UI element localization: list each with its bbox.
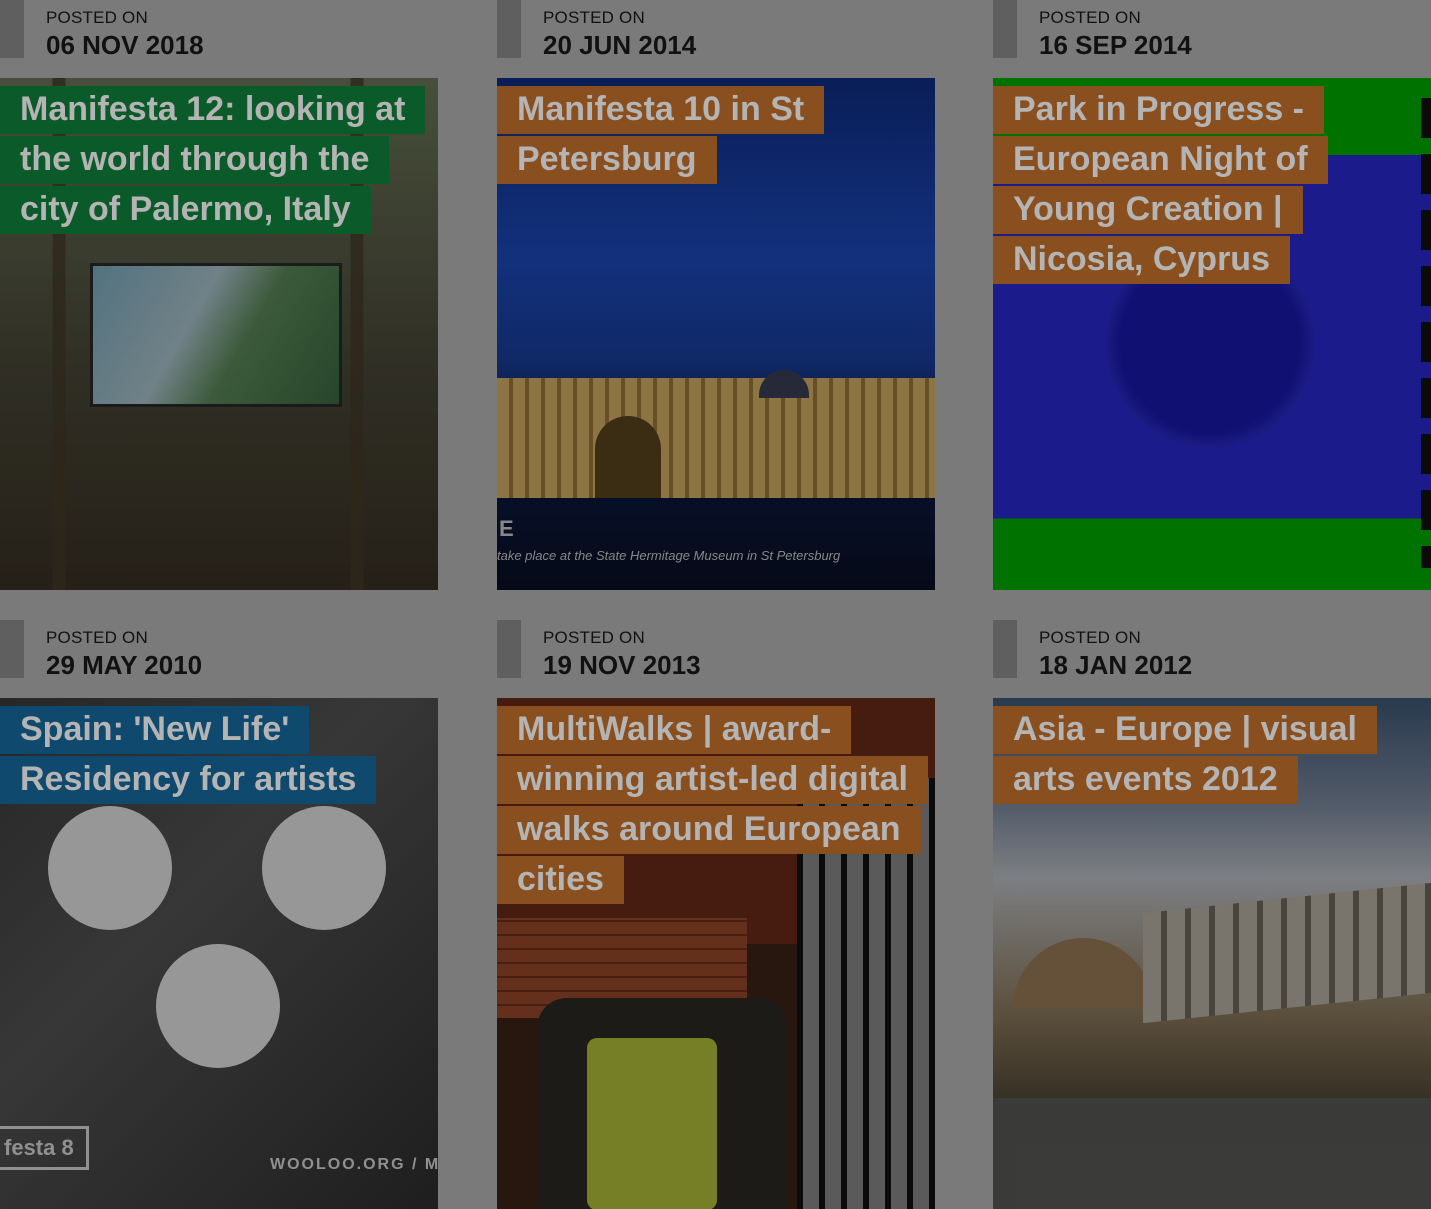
post-title: MultiWalks | award-winning artist-led di… xyxy=(497,706,928,904)
posted-date: 20 JUN 2014 xyxy=(543,30,697,60)
post-title: Spain: 'New Life' Residency for artists xyxy=(0,706,377,804)
posted-on-label: POSTED ON xyxy=(46,628,148,647)
date-accent-bar xyxy=(0,620,24,678)
date-accent-bar xyxy=(0,0,24,58)
posted-on-label: POSTED ON xyxy=(543,8,645,27)
posted-date: 19 NOV 2013 xyxy=(543,650,701,680)
post-card: POSTED ON 20 JUN 2014 E take place at th… xyxy=(497,0,935,590)
posted-on-label: POSTED ON xyxy=(46,8,148,27)
post-thumbnail-link[interactable]: festa 8 WOOLOO.ORG / M Spain: 'New Life'… xyxy=(0,698,438,1209)
posted-date: 06 NOV 2018 xyxy=(46,30,204,60)
date-accent-bar xyxy=(993,0,1017,58)
post-thumbnail-link[interactable]: Asia - Europe | visual arts events 2012 xyxy=(993,698,1431,1209)
post-thumbnail-link[interactable]: E take place at the State Hermitage Muse… xyxy=(497,78,935,590)
post-title-link[interactable]: MultiWalks | award-winning artist-led di… xyxy=(497,704,928,904)
post-date-block: POSTED ON 20 JUN 2014 xyxy=(497,0,935,78)
post-title-link[interactable]: Manifesta 12: looking at the world throu… xyxy=(0,84,426,234)
post-title: Park in Progress - European Night of You… xyxy=(993,86,1328,284)
post-title: Manifesta 10 in St Petersburg xyxy=(497,86,825,184)
post-thumbnail-link[interactable]: Manifesta 12: looking at the world throu… xyxy=(0,78,438,590)
post-title-link[interactable]: Spain: 'New Life' Residency for artists xyxy=(0,704,420,804)
posted-date: 29 MAY 2010 xyxy=(46,650,203,680)
post-title-link[interactable]: Park in Progress - European Night of You… xyxy=(993,84,1413,284)
date-accent-bar xyxy=(993,620,1017,678)
post-date-block: POSTED ON 19 NOV 2013 xyxy=(497,620,935,698)
post-date-block: POSTED ON 29 MAY 2010 xyxy=(0,620,438,698)
date-accent-bar xyxy=(497,620,521,678)
posted-on-label: POSTED ON xyxy=(1039,8,1141,27)
post-grid: POSTED ON 06 NOV 2018 Manifesta 12: look… xyxy=(0,0,1431,1209)
posted-date: 16 SEP 2014 xyxy=(1039,30,1192,60)
posted-on-label: POSTED ON xyxy=(1039,628,1141,647)
post-thumbnail-link[interactable]: Park in Progress - European Night of You… xyxy=(993,78,1431,590)
post-card: POSTED ON 19 NOV 2013 MultiWalks | award… xyxy=(497,620,935,1209)
post-title-link[interactable]: Manifesta 10 in St Petersburg xyxy=(497,84,917,184)
post-title: Asia - Europe | visual arts events 2012 xyxy=(993,706,1377,804)
post-title-link[interactable]: Asia - Europe | visual arts events 2012 xyxy=(993,704,1413,804)
post-card: POSTED ON 18 JAN 2012 Asia - Europe | vi… xyxy=(993,620,1431,1209)
post-date-block: POSTED ON 18 JAN 2012 xyxy=(993,620,1431,698)
post-date-block: POSTED ON 16 SEP 2014 xyxy=(993,0,1431,78)
post-date-block: POSTED ON 06 NOV 2018 xyxy=(0,0,438,78)
post-thumbnail-link[interactable]: MultiWalks | award-winning artist-led di… xyxy=(497,698,935,1209)
posted-on-label: POSTED ON xyxy=(543,628,645,647)
post-card: POSTED ON 16 SEP 2014 Park in Progress -… xyxy=(993,0,1431,590)
posted-date: 18 JAN 2012 xyxy=(1039,650,1193,680)
post-card: POSTED ON 06 NOV 2018 Manifesta 12: look… xyxy=(0,0,438,590)
post-title: Manifesta 12: looking at the world throu… xyxy=(0,86,426,234)
post-card: POSTED ON 29 MAY 2010 festa 8 WOOLOO.ORG… xyxy=(0,620,438,1209)
date-accent-bar xyxy=(497,0,521,58)
